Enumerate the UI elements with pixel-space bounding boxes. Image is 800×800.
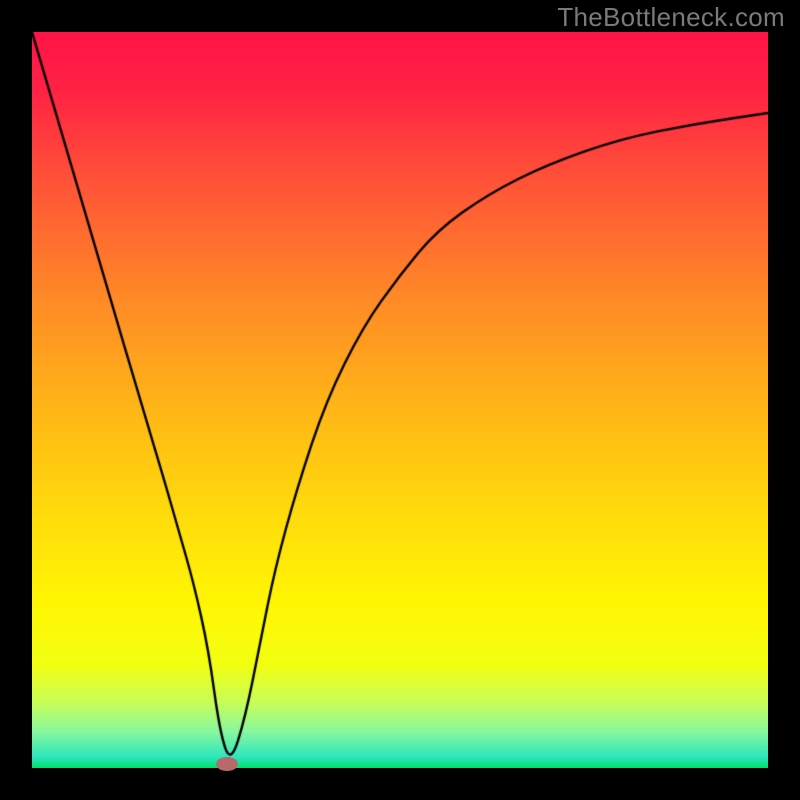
chart-frame: TheBottleneck.com — [0, 0, 800, 800]
watermark-text: TheBottleneck.com — [557, 2, 785, 33]
indicator-marker — [216, 757, 238, 771]
bottleneck-curve — [32, 32, 768, 768]
